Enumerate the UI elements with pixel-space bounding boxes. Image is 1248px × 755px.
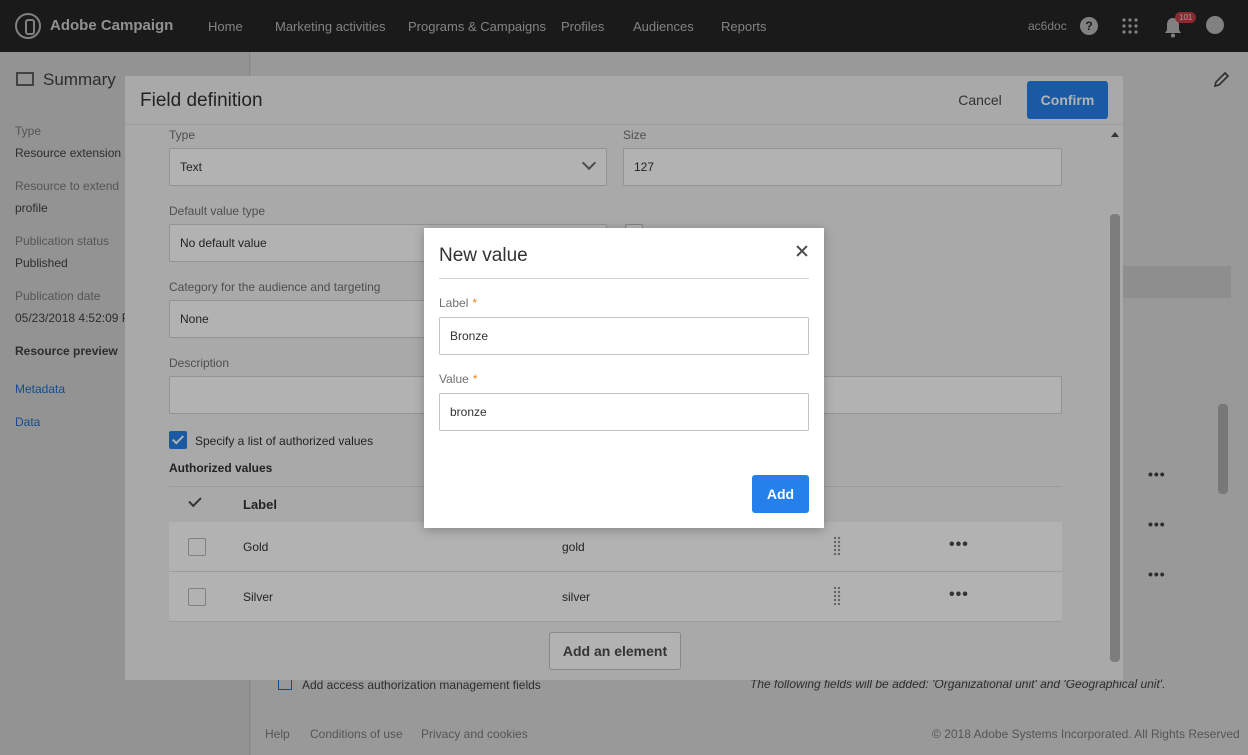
modal-divider bbox=[439, 278, 809, 279]
value-input[interactable] bbox=[439, 393, 809, 431]
required-marker: * bbox=[472, 372, 478, 386]
label-input[interactable] bbox=[439, 317, 809, 355]
required-marker: * bbox=[472, 296, 478, 310]
modal-title: New value bbox=[439, 245, 528, 266]
add-button[interactable]: Add bbox=[752, 475, 809, 513]
value-field-label: Value * bbox=[439, 372, 477, 386]
new-value-modal: New value Label* Value* Add bbox=[424, 228, 824, 528]
label-field-text: Label bbox=[439, 296, 469, 310]
label-field-label: Label * bbox=[439, 296, 477, 310]
close-icon[interactable] bbox=[794, 244, 810, 260]
value-field-text: Value bbox=[439, 372, 469, 386]
